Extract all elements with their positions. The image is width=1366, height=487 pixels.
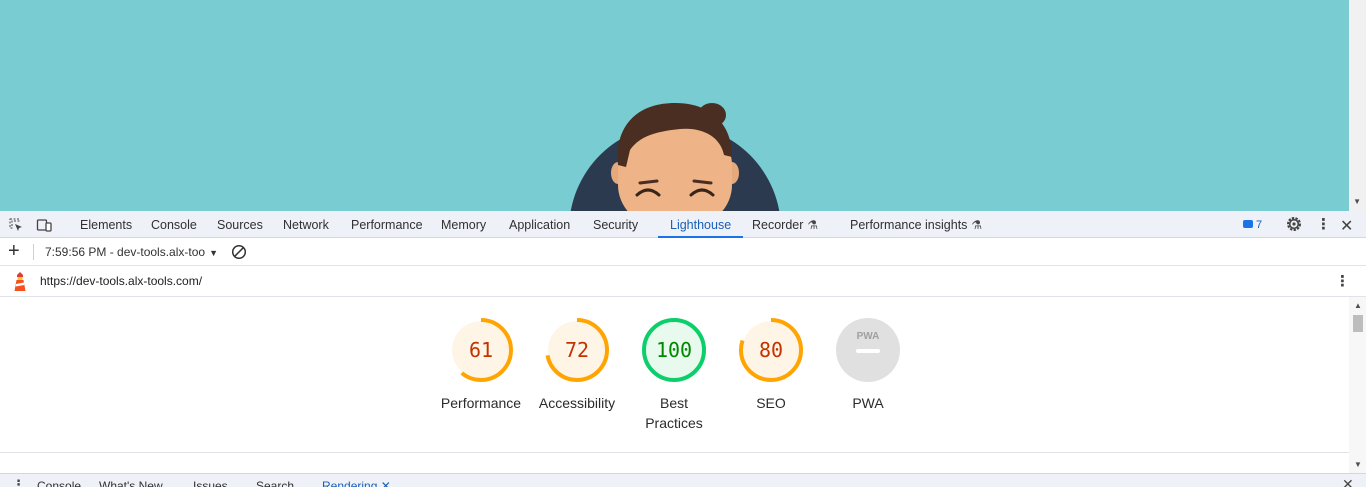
tab-lighthouse[interactable]: Lighthouse <box>657 211 744 238</box>
experiment-flask-icon: ⚗ <box>971 218 983 232</box>
gauge-pwa[interactable]: PWA PWA <box>818 317 918 413</box>
drawer-tab-bar: ⋮ Console What's New Issues Search Rende… <box>0 473 1366 487</box>
viewport-scrollbar[interactable]: ▼ <box>1349 0 1366 211</box>
page-viewport[interactable]: ▼ <box>0 0 1366 211</box>
close-devtools-icon[interactable]: ✕ <box>1340 216 1353 236</box>
report-url-row: https://dev-tools.alx-tools.com/ ⋮ <box>0 266 1366 297</box>
pwa-badge-icon: PWA <box>857 331 880 342</box>
report-scrollbar[interactable]: ▲ ▼ <box>1349 297 1366 473</box>
select-element-icon[interactable] <box>8 217 24 233</box>
tab-security[interactable]: Security <box>593 211 638 238</box>
tab-application[interactable]: Application <box>509 211 570 238</box>
score-value: 100 <box>656 338 692 362</box>
drawer-tab-whats-new[interactable]: What's New <box>99 479 163 487</box>
drawer-tab-rendering-label: Rendering <box>322 479 378 487</box>
gauge-ring: 100 <box>642 318 706 382</box>
avatar-illustration <box>570 103 780 211</box>
scroll-down-arrow-icon[interactable]: ▼ <box>1353 197 1361 206</box>
gauge-best-practices[interactable]: 100 Best Practices <box>624 317 724 433</box>
issues-counter[interactable]: 7 <box>1243 211 1262 238</box>
customize-devtools-kebab-icon[interactable]: ⋮ <box>1316 217 1331 232</box>
devtools-tab-bar: Elements Console Sources Network Perform… <box>0 211 1366 238</box>
scrollbar-thumb[interactable] <box>1353 315 1363 332</box>
dropdown-caret-icon: ▼ <box>209 248 218 258</box>
tab-performance-insights-label: Performance insights <box>850 218 968 232</box>
drawer-tab-search[interactable]: Search <box>256 479 294 487</box>
tab-recorder[interactable]: Recorder ⚗ <box>752 211 818 238</box>
tab-sources[interactable]: Sources <box>217 211 263 238</box>
gauge-seo[interactable]: 80 SEO <box>721 317 821 413</box>
drawer-tab-console[interactable]: Console <box>37 479 81 487</box>
tab-performance[interactable]: Performance <box>351 211 423 238</box>
score-value: 72 <box>565 338 589 362</box>
scroll-up-arrow-icon[interactable]: ▲ <box>1354 301 1362 310</box>
gauge-ring: 80 <box>739 318 803 382</box>
gauge-ring: 61 <box>449 318 513 382</box>
gauge-ring: PWA <box>836 318 900 382</box>
gauge-performance[interactable]: 61 Performance <box>431 317 531 413</box>
gauge-label: Accessibility <box>538 395 616 411</box>
report-options-kebab-icon[interactable]: ⋮ <box>1335 274 1350 289</box>
score-value: 80 <box>759 338 783 362</box>
score-value: 61 <box>469 338 493 362</box>
close-tab-icon[interactable]: ✕ <box>381 479 391 487</box>
lighthouse-toolbar: + 7:59:56 PM - dev-tools.alx-too ▼ <box>0 238 1366 266</box>
clear-all-block-icon[interactable] <box>231 244 247 260</box>
report-selector-value: 7:59:56 PM - dev-tools.alx-too <box>45 245 206 259</box>
lighthouse-logo-icon <box>14 272 26 291</box>
experiment-flask-icon: ⚗ <box>807 218 819 232</box>
pwa-dash-icon <box>856 349 880 353</box>
drawer-tab-issues[interactable]: Issues <box>193 479 228 487</box>
gauge-label: PWA <box>852 395 884 411</box>
new-report-plus-icon[interactable]: + <box>8 240 20 262</box>
tab-performance-insights[interactable]: Performance insights ⚗ <box>850 211 982 238</box>
tab-network[interactable]: Network <box>283 211 329 238</box>
gauge-label: Best Practices <box>645 395 703 431</box>
tab-elements[interactable]: Elements <box>80 211 132 238</box>
drawer-menu-kebab-icon[interactable]: ⋮ <box>12 477 25 487</box>
device-toolbar-icon[interactable] <box>36 217 52 233</box>
scroll-down-arrow-icon[interactable]: ▼ <box>1354 460 1362 469</box>
gauge-label: Performance <box>440 395 522 411</box>
drawer-tab-rendering[interactable]: Rendering ✕ <box>322 479 391 487</box>
issues-message-icon <box>1243 220 1253 229</box>
gauge-ring: 72 <box>545 318 609 382</box>
report-selector-dropdown[interactable]: 7:59:56 PM - dev-tools.alx-too ▼ <box>45 238 218 267</box>
toolbar-divider <box>33 244 34 260</box>
lighthouse-report: 61 Performance 72 Accessibility 100 Best… <box>0 297 1349 453</box>
gauge-accessibility[interactable]: 72 Accessibility <box>527 317 627 413</box>
settings-gear-icon[interactable] <box>1285 215 1303 233</box>
gauge-label: SEO <box>756 395 786 411</box>
issues-count: 7 <box>1256 219 1263 231</box>
report-url: https://dev-tools.alx-tools.com/ <box>40 274 203 288</box>
tab-memory[interactable]: Memory <box>441 211 486 238</box>
tab-console[interactable]: Console <box>151 211 197 238</box>
close-drawer-icon[interactable]: ✕ <box>1342 476 1354 487</box>
tab-recorder-label: Recorder <box>752 218 804 232</box>
